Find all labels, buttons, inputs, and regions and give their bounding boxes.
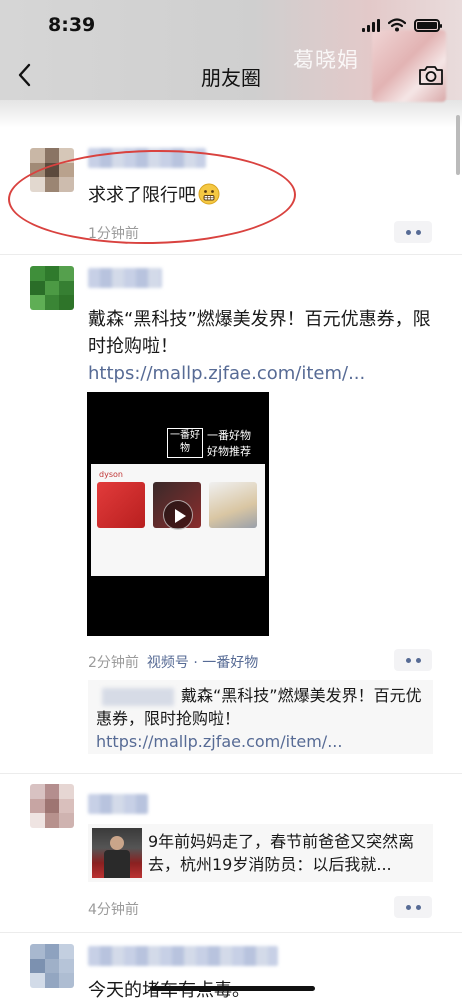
- camera-icon[interactable]: [418, 64, 444, 86]
- cover-owner-name: 葛晓娟: [293, 48, 359, 72]
- author-name-blurred[interactable]: [88, 268, 162, 288]
- avatar[interactable]: [30, 266, 74, 310]
- play-icon[interactable]: [163, 500, 193, 530]
- post-divider: [0, 254, 462, 255]
- post-divider: [0, 773, 462, 774]
- more-actions-button[interactable]: [394, 896, 432, 918]
- video-title-line2: 好物推荐: [207, 445, 251, 458]
- more-actions-button[interactable]: [394, 649, 432, 671]
- home-indicator[interactable]: [150, 986, 315, 991]
- post-text-content: 戴森“黑科技”燃爆美发界！百元优惠券，限时抢购啦！: [88, 309, 431, 357]
- battery-icon: [414, 18, 442, 32]
- product-image: [209, 482, 257, 528]
- video-title: 一番好物 好物推荐: [207, 428, 251, 460]
- quote-link[interactable]: https://mallp.zjfae.com/item/...: [96, 732, 342, 751]
- shared-article-card[interactable]: 9年前妈妈走了，春节前爸爸又突然离去，杭州19岁消防员：以后我就...: [88, 824, 433, 882]
- more-actions-button[interactable]: [394, 221, 432, 243]
- wifi-icon: [388, 18, 406, 32]
- article-thumbnail: [92, 828, 142, 878]
- cellular-signal-icon: [362, 18, 380, 32]
- product-image: [97, 482, 145, 528]
- video-brand: dyson: [99, 470, 123, 479]
- author-name-blurred[interactable]: [88, 946, 278, 966]
- video-logo: 一番好物: [167, 428, 203, 458]
- post-divider: [0, 932, 462, 933]
- status-time: 8:39: [48, 14, 96, 36]
- scrollbar[interactable]: [456, 115, 460, 175]
- avatar[interactable]: [30, 944, 74, 988]
- quote-text: 戴森“黑科技”燃爆美发界！百元优惠券，限时抢购啦！ https://mallp.z…: [96, 684, 428, 753]
- author-name-blurred[interactable]: [88, 794, 148, 814]
- page-title: 朋友圈: [201, 66, 261, 90]
- video-title-line1: 一番好物: [207, 429, 251, 442]
- status-icons: [362, 18, 442, 32]
- reposted-content[interactable]: 戴森“黑科技”燃爆美发界！百元优惠券，限时抢购啦！ https://mallp.z…: [88, 680, 433, 754]
- quote-text-content: 戴森“黑科技”燃爆美发界！百元优惠券，限时抢购啦！: [96, 686, 422, 728]
- post-text: 戴森“黑科技”燃爆美发界！百元优惠券，限时抢购啦！ https://mallp.z…: [88, 306, 433, 387]
- post-link[interactable]: https://mallp.zjfae.com/item/...: [88, 363, 365, 384]
- channel-source-link[interactable]: 视频号 · 一番好物: [147, 655, 258, 671]
- post-time: 2分钟前: [88, 655, 139, 671]
- avatar[interactable]: [30, 784, 74, 828]
- post-time: 4分钟前: [88, 902, 139, 918]
- post-time-row: 2分钟前 视频号 · 一番好物: [88, 652, 258, 672]
- video-thumbnail[interactable]: 一番好物 一番好物 好物推荐 dyson: [87, 392, 269, 636]
- article-title: 9年前妈妈走了，春节前爸爸又突然离去，杭州19岁消防员：以后我就...: [148, 832, 415, 874]
